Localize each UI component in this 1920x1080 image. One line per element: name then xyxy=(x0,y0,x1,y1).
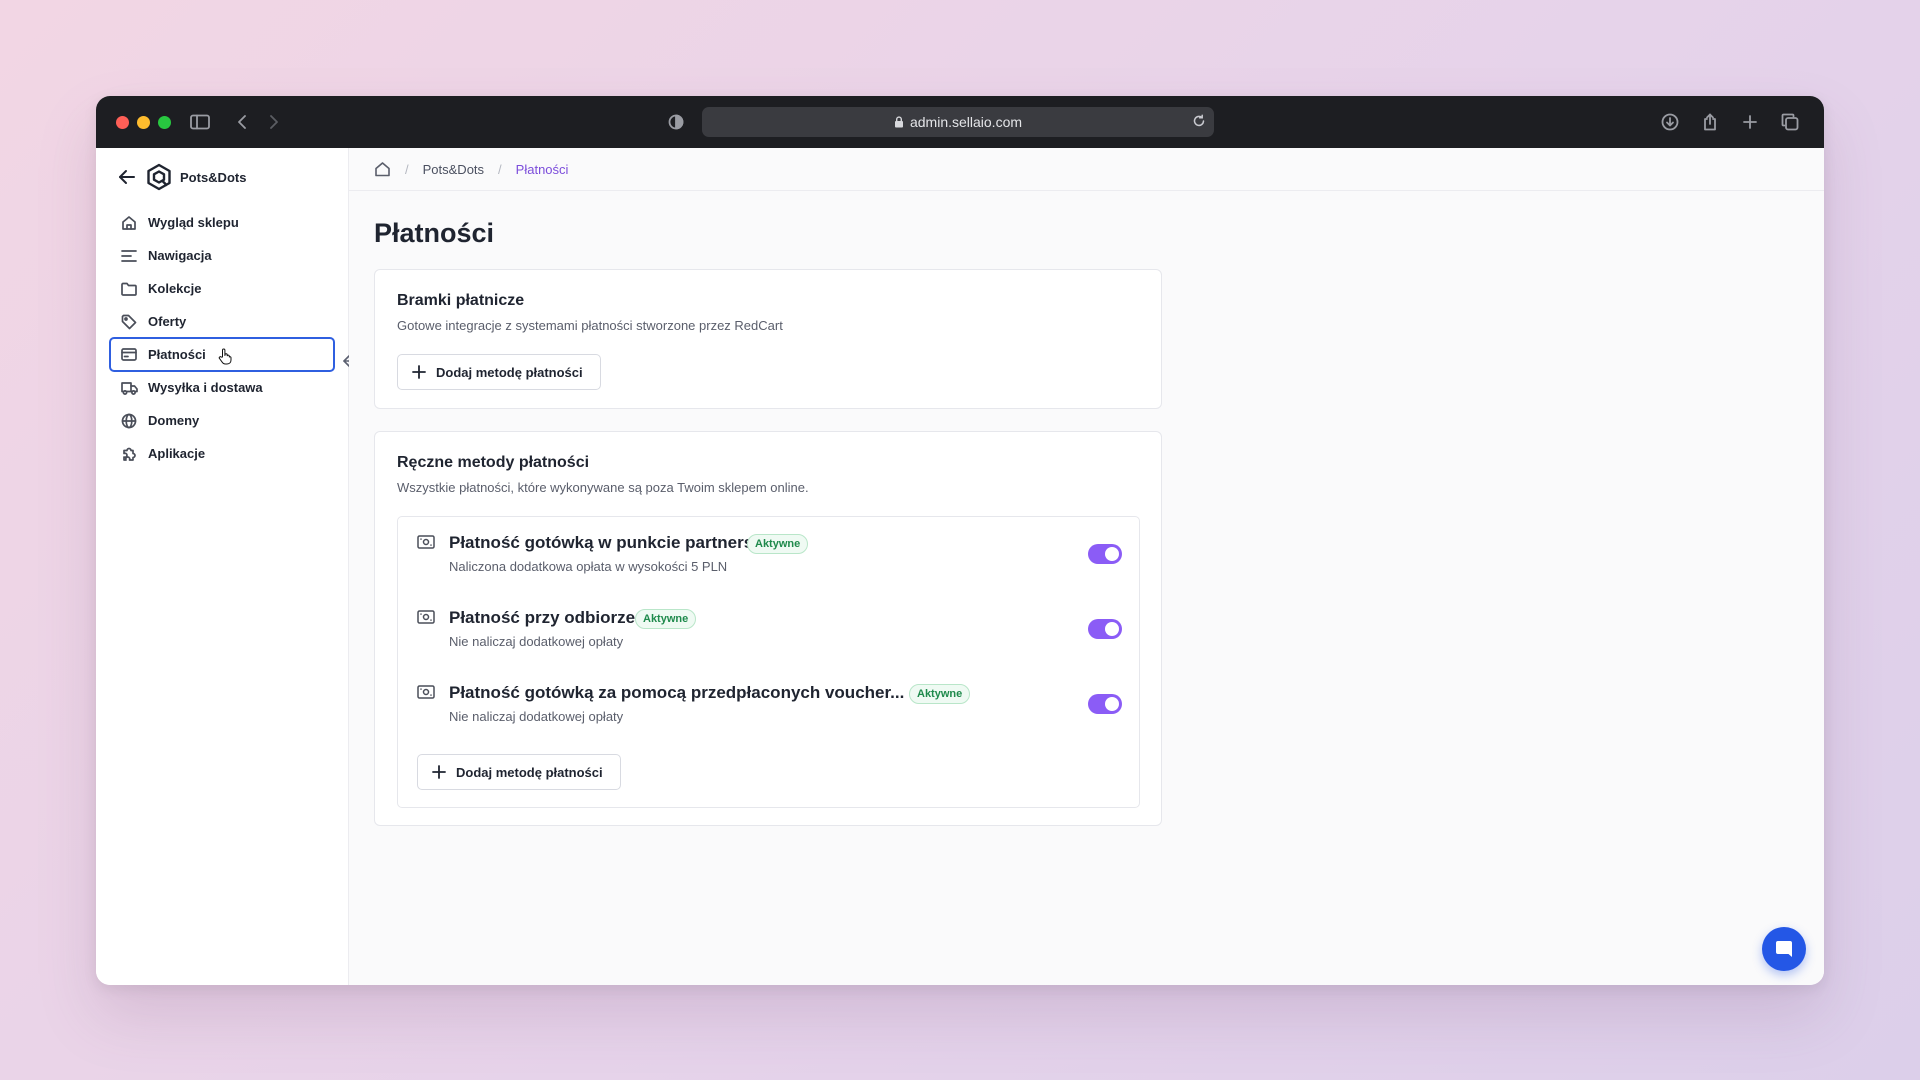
payment-method-name: Płatność przy odbiorze xyxy=(449,608,636,627)
breadcrumb-separator: / xyxy=(405,161,409,177)
payment-gateways-card: Bramki płatnicze Gotowe integracje z sys… xyxy=(374,269,1162,409)
sidebar-item-label: Wysyłka i dostawa xyxy=(148,380,263,395)
sidebar-item-label: Nawigacja xyxy=(148,248,212,263)
card-description: Gotowe integracje z systemami płatności … xyxy=(397,318,783,333)
payment-method-name: Płatność gotówką w punkcie partnerskim xyxy=(449,533,783,552)
status-badge: Aktywne xyxy=(909,684,971,704)
chat-bubble-icon xyxy=(1774,939,1794,959)
sidebar-item-wyglad-sklepu[interactable]: Wygląd sklepu xyxy=(110,206,334,239)
browser-window: admin.sellaio.com Pots&Dots Wygląd sklep… xyxy=(96,96,1824,985)
lock-icon xyxy=(894,116,904,128)
url-text: admin.sellaio.com xyxy=(909,114,1023,130)
cash-icon xyxy=(417,685,435,699)
sidebar-item-nawigacja[interactable]: Nawigacja xyxy=(110,239,334,272)
sidebar-item-label: Kolekcje xyxy=(148,281,202,296)
maximize-window-button[interactable] xyxy=(158,116,171,129)
add-payment-method-label: Dodaj metodę płatności xyxy=(436,364,583,380)
sidebar-item-label: Płatności xyxy=(148,347,206,362)
hand-cursor-icon xyxy=(218,348,232,365)
payment-method-toggle[interactable] xyxy=(1088,694,1122,714)
payment-methods-list: Płatność gotówką w punkcie partnerskim A… xyxy=(397,516,1140,808)
new-tab-icon[interactable] xyxy=(1738,110,1762,134)
payment-method-toggle[interactable] xyxy=(1088,619,1122,639)
breadcrumb-home-icon[interactable] xyxy=(374,161,391,177)
sidebar-item-label: Domeny xyxy=(148,413,200,428)
minimize-window-button[interactable] xyxy=(137,116,150,129)
sidebar-item-kolekcje[interactable]: Kolekcje xyxy=(110,272,334,305)
address-bar[interactable]: admin.sellaio.com xyxy=(702,107,1214,137)
share-icon[interactable] xyxy=(1698,110,1722,134)
forward-icon[interactable] xyxy=(262,110,286,134)
payment-method-description: Nie naliczaj dodatkowej opłaty xyxy=(449,709,624,724)
sidebar: Pots&Dots Wygląd sklepu Nawigacja Kolekc… xyxy=(96,148,380,985)
globe-icon xyxy=(120,412,138,430)
back-arrow-icon[interactable] xyxy=(118,169,136,185)
back-icon[interactable] xyxy=(230,110,254,134)
browser-titlebar: admin.sellaio.com xyxy=(96,96,1824,148)
sidebar-item-wysylka-i-dostawa[interactable]: Wysyłka i dostawa xyxy=(110,371,334,404)
add-payment-method-button[interactable]: Dodaj metodę płatności xyxy=(397,354,601,390)
sidebar-item-label: Oferty xyxy=(148,314,187,329)
puzzle-icon xyxy=(120,445,138,463)
main-content: / Pots&Dots / Płatności Płatności Bramki… xyxy=(349,148,1824,985)
sidebar-item-aplikacje[interactable]: Aplikacje xyxy=(110,437,334,470)
page-title: Płatności xyxy=(374,218,495,248)
list-item[interactable]: Płatność gotówką za pomocą przedpłaconyc… xyxy=(417,683,1122,733)
toggle-knob xyxy=(1105,622,1119,636)
add-payment-method-label: Dodaj metodę płatności xyxy=(456,764,603,780)
brand-header: Pots&Dots xyxy=(118,162,246,192)
folder-icon xyxy=(120,280,138,298)
payment-method-description: Nie naliczaj dodatkowej opłaty xyxy=(449,634,624,649)
list-item[interactable]: Płatność gotówką w punkcie partnerskim A… xyxy=(417,533,1122,583)
shield-icon[interactable] xyxy=(664,110,688,134)
sidebar-toggle-icon[interactable] xyxy=(188,110,212,134)
breadcrumb-item-store[interactable]: Pots&Dots xyxy=(423,162,484,177)
menu-lines-icon xyxy=(120,247,138,265)
sidebar-nav: Wygląd sklepu Nawigacja Kolekcje Oferty … xyxy=(109,206,335,470)
cash-icon xyxy=(417,535,435,549)
close-window-button[interactable] xyxy=(116,116,129,129)
store-name: Pots&Dots xyxy=(180,169,247,185)
payment-method-description: Naliczona dodatkowa opłata w wysokości 5… xyxy=(449,559,728,574)
store-logo-icon xyxy=(146,163,172,191)
truck-icon xyxy=(120,379,138,397)
payment-method-name: Płatność gotówką za pomocą przedpłaconyc… xyxy=(449,683,905,702)
breadcrumb-separator: / xyxy=(498,161,502,177)
manual-payment-methods-card: Ręczne metody płatności Wszystkie płatno… xyxy=(374,431,1162,826)
status-badge: Aktywne xyxy=(635,609,697,629)
breadcrumb-item-current: Płatności xyxy=(515,161,569,177)
breadcrumb: / Pots&Dots / Płatności xyxy=(349,148,1824,191)
chat-support-button[interactable] xyxy=(1762,927,1806,971)
reload-icon[interactable] xyxy=(1192,114,1206,128)
window-controls xyxy=(116,116,171,129)
credit-card-icon xyxy=(120,346,138,364)
card-title: Bramki płatnicze xyxy=(397,292,525,309)
card-title: Ręczne metody płatności xyxy=(397,454,590,471)
status-badge: Aktywne xyxy=(747,534,809,554)
add-payment-method-button[interactable]: Dodaj metodę płatności xyxy=(417,754,621,790)
home-icon xyxy=(120,214,138,232)
sidebar-item-label: Aplikacje xyxy=(148,446,206,461)
sidebar-item-domeny[interactable]: Domeny xyxy=(110,404,334,437)
plus-icon xyxy=(412,365,426,379)
sidebar-item-platnosci[interactable]: Płatności xyxy=(109,337,335,372)
list-item[interactable]: Płatność przy odbiorze Aktywne Nie nalic… xyxy=(417,608,1122,658)
toggle-knob xyxy=(1105,547,1119,561)
cash-icon xyxy=(417,610,435,624)
download-icon[interactable] xyxy=(1658,110,1682,134)
sidebar-item-oferty[interactable]: Oferty xyxy=(110,305,334,338)
tab-overview-icon[interactable] xyxy=(1778,110,1802,134)
tag-icon xyxy=(120,313,138,331)
toggle-knob xyxy=(1105,697,1119,711)
sidebar-item-label: Wygląd sklepu xyxy=(148,215,239,230)
payment-method-toggle[interactable] xyxy=(1088,544,1122,564)
plus-icon xyxy=(432,765,446,779)
card-description: Wszystkie płatności, które wykonywane są… xyxy=(397,480,809,495)
